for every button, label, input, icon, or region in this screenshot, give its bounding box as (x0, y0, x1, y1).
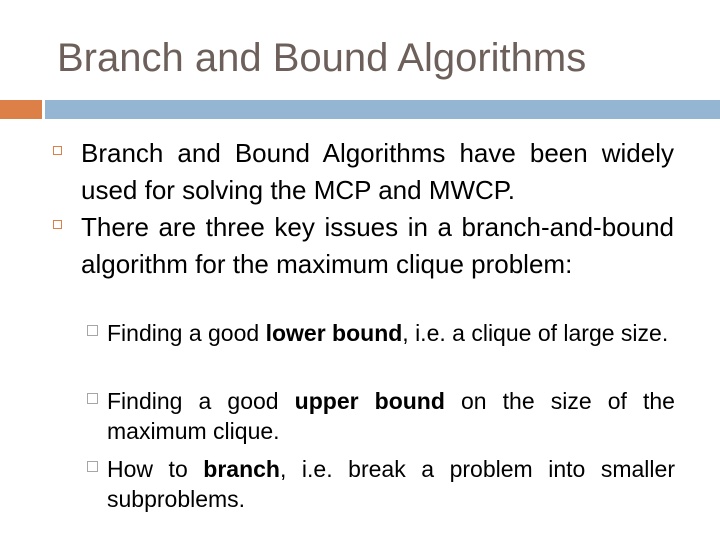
sub-bullet-text-before: Finding a good (107, 388, 295, 414)
hollow-square-bullet-icon (87, 461, 98, 472)
hollow-square-bullet-icon (53, 146, 62, 155)
hollow-square-bullet-icon (53, 220, 62, 229)
title-divider-bar (45, 100, 720, 119)
sub-bullet-item: How to branch, i.e. break a problem into… (87, 454, 675, 514)
title-accent-bar (0, 100, 42, 119)
bullet-text: There are three key issues in a branch-a… (81, 212, 674, 279)
sub-bullet-text-bold: upper bound (294, 388, 445, 414)
slide: Branch and Bound Algorithms Branch and B… (0, 0, 720, 540)
bullet-item: Branch and Bound Algorithms have been wi… (53, 135, 674, 209)
bullet-item: There are three key issues in a branch-a… (53, 209, 674, 283)
sub-bullet-text-after: , i.e. a clique of large size. (402, 320, 669, 346)
sub-bullet-text-before: Finding a good (107, 320, 266, 346)
sub-bullet-item: Finding a good lower bound, i.e. a cliqu… (87, 318, 675, 348)
bullet-text: Branch and Bound Algorithms have been wi… (81, 138, 674, 205)
hollow-square-bullet-icon (87, 393, 98, 404)
sub-bullet-item: Finding a good upper bound on the size o… (87, 386, 675, 446)
sub-bullet-text-bold: branch (203, 456, 280, 482)
slide-title: Branch and Bound Algorithms (57, 36, 587, 80)
sub-bullet-text-before: How to (107, 456, 204, 482)
hollow-square-bullet-icon (87, 325, 98, 336)
sub-bullet-text-bold: lower bound (265, 320, 403, 346)
